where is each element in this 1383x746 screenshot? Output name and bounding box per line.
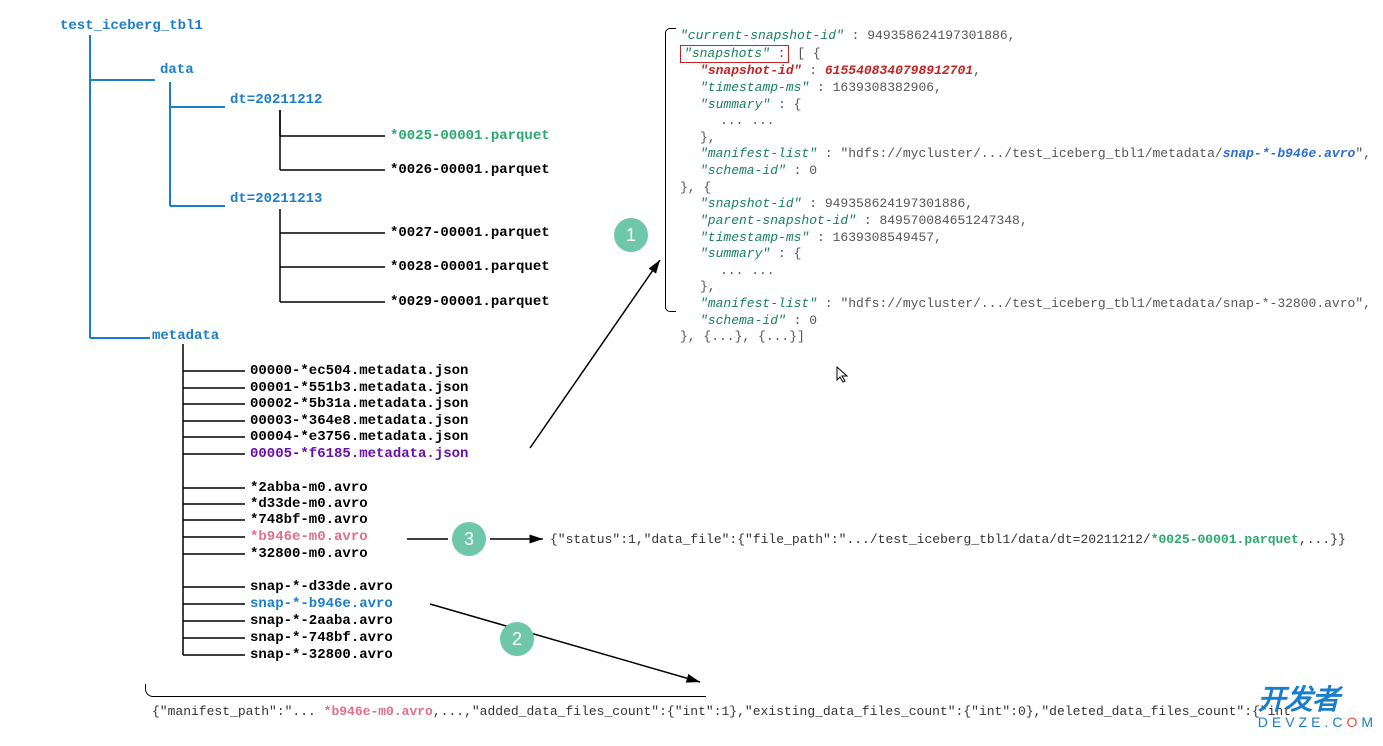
metadata-json: "current-snapshot-id" : 9493586241973018… bbox=[680, 28, 1360, 346]
watermark: 开发者 DEVZE.COM bbox=[1258, 678, 1377, 730]
tree-file: *0025-00001.parquet bbox=[390, 128, 550, 144]
cursor-icon bbox=[836, 366, 850, 389]
tree-file: snap-*-d33de.avro bbox=[250, 579, 393, 595]
tree-file: *748bf-m0.avro bbox=[250, 512, 368, 528]
tree-data: data bbox=[160, 62, 194, 78]
tree-file-snap-current: snap-*-b946e.avro bbox=[250, 596, 393, 612]
tree-file: 00004-*e3756.metadata.json bbox=[250, 429, 468, 445]
tree-file: *0027-00001.parquet bbox=[390, 225, 550, 241]
tree-file: *0028-00001.parquet bbox=[390, 259, 550, 275]
tree-metadata: metadata bbox=[152, 328, 219, 344]
tree-dt2: dt=20211213 bbox=[230, 191, 322, 207]
manifest-list-json: {"manifest_path":"... *b946e-m0.avro,...… bbox=[152, 704, 1291, 719]
json-bracket bbox=[665, 28, 676, 312]
badge-3: 3 bbox=[452, 522, 486, 556]
tree-file: snap-*-2aaba.avro bbox=[250, 613, 393, 629]
tree-file: 00003-*364e8.metadata.json bbox=[250, 413, 468, 429]
tree-file: snap-*-748bf.avro bbox=[250, 630, 393, 646]
tree-file-current-meta: 00005-*f6185.metadata.json bbox=[250, 446, 468, 462]
tree-dt1: dt=20211212 bbox=[230, 92, 322, 108]
tree-file: 00002-*5b31a.metadata.json bbox=[250, 396, 468, 412]
tree-file: *0026-00001.parquet bbox=[390, 162, 550, 178]
badge-1: 1 bbox=[614, 218, 648, 252]
manifest-entry-json: {"status":1,"data_file":{"file_path":"..… bbox=[550, 532, 1346, 547]
tree-file: *2abba-m0.avro bbox=[250, 480, 368, 496]
tree-file: *0029-00001.parquet bbox=[390, 294, 550, 310]
tree-file: 00001-*551b3.metadata.json bbox=[250, 380, 468, 396]
tree-file-manifest: *b946e-m0.avro bbox=[250, 529, 368, 545]
bottom-bracket bbox=[145, 684, 706, 697]
tree-file: *32800-m0.avro bbox=[250, 546, 368, 562]
tree-file: 00000-*ec504.metadata.json bbox=[250, 363, 468, 379]
tree-file: snap-*-32800.avro bbox=[250, 647, 393, 663]
tree-root: test_iceberg_tbl1 bbox=[60, 18, 203, 34]
tree-file: *d33de-m0.avro bbox=[250, 496, 368, 512]
badge-2: 2 bbox=[500, 622, 534, 656]
